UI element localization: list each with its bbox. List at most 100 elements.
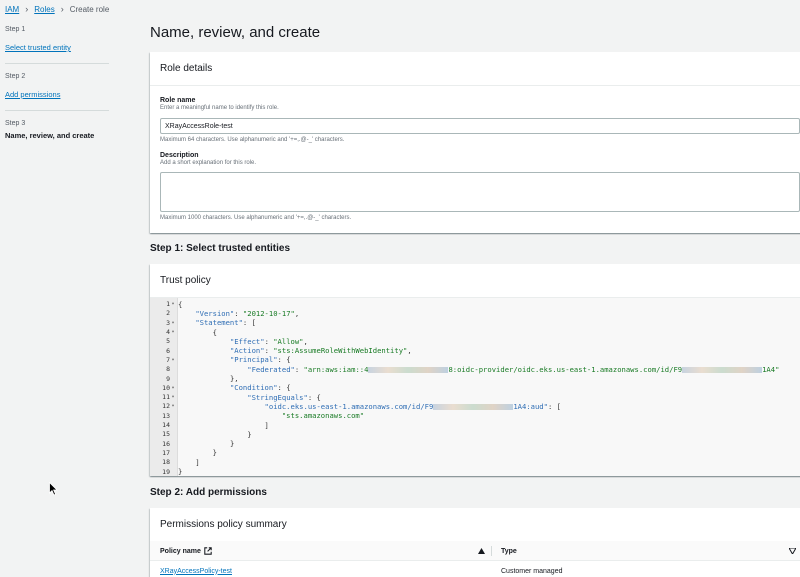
code-text: "Action": "sts:AssumeRoleWithWebIdentity… bbox=[176, 346, 412, 355]
step-link-add-permissions[interactable]: Add permissions bbox=[5, 90, 60, 99]
json-string: "Allow" bbox=[273, 336, 304, 346]
line-number: 6 bbox=[166, 346, 170, 355]
code-text: "sts.amazonaws.com" bbox=[176, 411, 364, 420]
sort-down-icon[interactable] bbox=[789, 541, 796, 561]
json-string: 1A4" bbox=[762, 364, 780, 374]
code-text: "Effect": "Allow", bbox=[176, 337, 308, 346]
json-punctuation: { bbox=[212, 327, 217, 337]
step-current-label: Name, review, and create bbox=[5, 131, 95, 140]
wizard-steps: Step 1 Select trusted entity Step 2 Add … bbox=[5, 26, 109, 157]
json-punctuation: , bbox=[407, 346, 412, 356]
breadcrumb-current: Create role bbox=[69, 4, 110, 14]
json-punctuation: : [ bbox=[242, 318, 256, 328]
permissions-summary-card: Permissions policy summary Policy name T… bbox=[150, 508, 800, 577]
code-text: "Statement": [ bbox=[176, 318, 256, 327]
step-link-select-trusted-entity[interactable]: Select trusted entity bbox=[5, 43, 71, 52]
code-line: 9 }, bbox=[150, 374, 800, 383]
code-text: "oidc.eks.us-east-1.amazonaws.com/id/F9 1… bbox=[176, 402, 561, 411]
json-punctuation: : { bbox=[277, 355, 291, 365]
code-text: ] bbox=[176, 457, 200, 467]
code-line: 1 ▾{ bbox=[150, 300, 800, 309]
step-number: Step 1 bbox=[5, 26, 26, 33]
table-row: XRayAccessPolicy-test Customer managed bbox=[150, 561, 800, 577]
line-number: 12 bbox=[162, 402, 170, 411]
code-text: } bbox=[176, 467, 182, 476]
json-key: "Effect" bbox=[229, 336, 265, 346]
code-line: 16 } bbox=[150, 439, 800, 448]
json-punctuation: : { bbox=[277, 383, 291, 393]
code-line: 4 ▾ { bbox=[150, 327, 800, 337]
json-key: "Version" bbox=[195, 308, 235, 318]
json-string: "2012-10-17" bbox=[242, 308, 295, 318]
code-line: 6 "Action": "sts:AssumeRoleWithWebIdenti… bbox=[150, 346, 800, 355]
code-line: 13 "sts.amazonaws.com" bbox=[150, 411, 800, 420]
breadcrumb-roles[interactable]: Roles bbox=[34, 5, 54, 14]
code-line: 19} bbox=[150, 467, 800, 476]
page-title: Name, review, and create bbox=[150, 24, 321, 41]
code-text: } bbox=[176, 430, 251, 439]
json-punctuation: : bbox=[264, 336, 274, 346]
line-number: 19 bbox=[162, 467, 170, 476]
trust-policy-header: Trust policy bbox=[160, 275, 211, 286]
json-punctuation: , bbox=[303, 336, 308, 346]
code-line: 14 ] bbox=[150, 420, 800, 430]
code-line: 11 ▾ "StringEquals": { bbox=[150, 393, 800, 402]
external-link-icon bbox=[204, 547, 212, 555]
json-string: "sts.amazonaws.com" bbox=[281, 411, 365, 421]
json-punctuation: } bbox=[212, 448, 217, 458]
json-key: "Action" bbox=[229, 346, 265, 356]
code-text: }, bbox=[176, 374, 239, 383]
json-string: 8:oidc-provider/oidc.eks.us-east-1.amazo… bbox=[448, 364, 683, 374]
json-punctuation: : [ bbox=[547, 401, 561, 411]
code-line: 15 } bbox=[150, 430, 800, 439]
role-name-input[interactable]: XRayAccessRole-test bbox=[160, 118, 800, 134]
step-1: Step 1 Select trusted entity bbox=[5, 26, 109, 64]
code-text: } bbox=[176, 448, 217, 457]
column-type[interactable]: Type bbox=[501, 541, 517, 561]
trust-policy-editor[interactable]: 1 ▾{2 "Version": "2012-10-17", 3 ▾ "Stateme… bbox=[150, 297, 800, 476]
policy-name-link[interactable]: XRayAccessPolicy-test bbox=[160, 568, 232, 575]
column-policy-name[interactable]: Policy name bbox=[160, 541, 212, 561]
code-text: "Federated": "arn:aws:iam::4 8:oidc-provi… bbox=[176, 365, 779, 374]
redacted-text bbox=[433, 403, 514, 410]
line-number: 4 bbox=[166, 328, 170, 337]
code-text: "StringEquals": { bbox=[176, 393, 321, 402]
code-text: { bbox=[176, 300, 182, 309]
trust-policy-card: Trust policy 1 ▾{2 "Version": "2012-10-17… bbox=[150, 264, 800, 476]
code-text: ] bbox=[176, 421, 269, 430]
breadcrumb-iam[interactable]: IAM bbox=[5, 5, 19, 14]
step-number: Step 2 bbox=[5, 73, 26, 80]
role-name-constraint: Maximum 64 characters. Use alphanumeric … bbox=[160, 137, 345, 143]
json-key: "Federated" bbox=[247, 364, 295, 374]
json-punctuation: : bbox=[234, 308, 243, 318]
description-hint: Add a short explanation for this role. bbox=[160, 160, 257, 166]
json-punctuation: } bbox=[229, 439, 235, 449]
description-constraint: Maximum 1000 characters. Use alphanumeri… bbox=[160, 215, 352, 221]
line-number: 9 bbox=[166, 374, 170, 383]
role-name-label: Role name bbox=[160, 97, 196, 104]
role-name-hint: Enter a meaningful name to identify this… bbox=[160, 105, 279, 111]
step-number: Step 3 bbox=[5, 120, 26, 127]
mouse-cursor-icon bbox=[49, 482, 58, 496]
table-header: Policy name Type bbox=[150, 541, 800, 561]
json-key: "Statement" bbox=[195, 318, 243, 328]
line-number: 3 bbox=[166, 318, 170, 327]
code-text: { bbox=[176, 328, 217, 337]
code-line: 2 "Version": "2012-10-17", bbox=[150, 309, 800, 318]
code-line: 5 "Effect": "Allow", bbox=[150, 337, 800, 346]
code-line: 8 "Federated": "arn:aws:iam::4 8:oidc-pro… bbox=[150, 365, 800, 374]
line-number: 10 bbox=[162, 383, 170, 392]
code-line: 17 } bbox=[150, 448, 800, 457]
line-number: 16 bbox=[162, 439, 170, 448]
step2-section-title: Step 2: Add permissions bbox=[150, 487, 267, 498]
code-text: } bbox=[176, 439, 234, 448]
json-punctuation: ] bbox=[195, 457, 200, 467]
chevron-right-icon: › bbox=[25, 4, 29, 14]
json-punctuation: }, bbox=[229, 374, 239, 384]
json-punctuation: : { bbox=[307, 392, 321, 402]
role-details-card: Role details Role name Enter a meaningfu… bbox=[150, 52, 800, 233]
column-divider bbox=[491, 546, 492, 556]
description-textarea[interactable] bbox=[160, 172, 800, 212]
sort-up-icon[interactable] bbox=[478, 541, 485, 561]
line-number: 15 bbox=[162, 430, 170, 439]
